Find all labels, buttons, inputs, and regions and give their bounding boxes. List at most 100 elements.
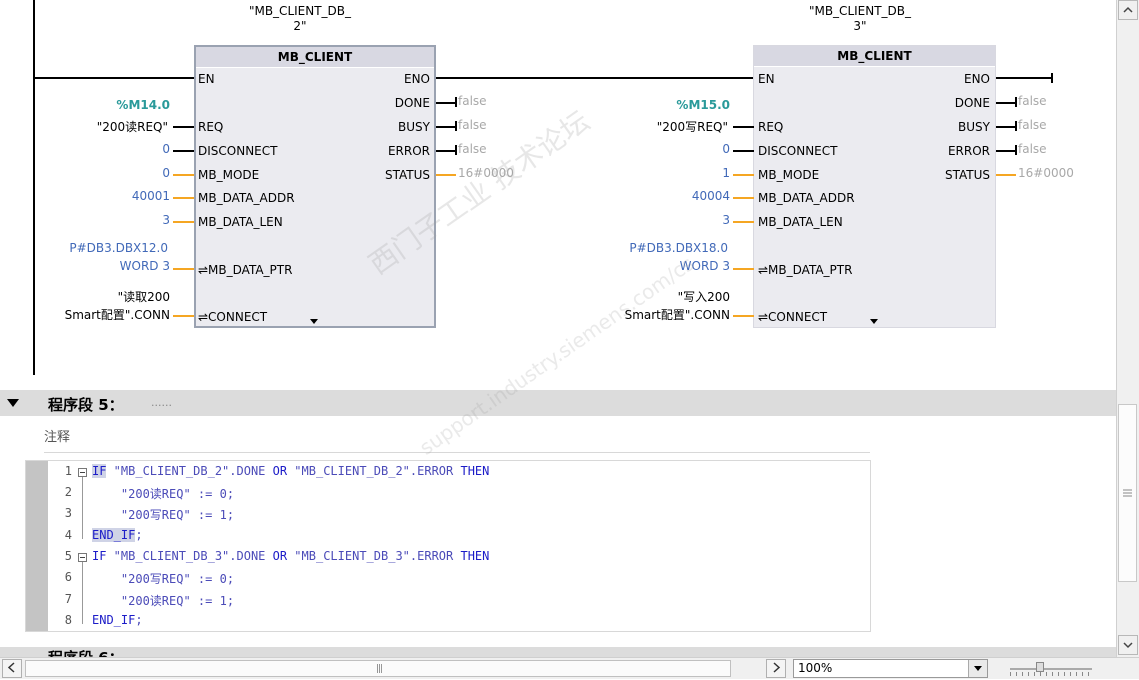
pin-disconnect: DISCONNECT (198, 144, 278, 158)
mb-data-ptr-value[interactable]: P#DB3.DBX12.0 (50, 241, 168, 255)
mb-data-addr-value[interactable]: 40004 (670, 189, 730, 203)
expand-block-icon[interactable] (870, 319, 878, 324)
pin-mb-data-ptr: ⇌MB_DATA_PTR (198, 263, 293, 277)
mb-data-addr-value[interactable]: 40001 (110, 189, 170, 203)
eno-wire (996, 77, 1052, 79)
mb-data-len-wire (173, 221, 194, 223)
mb-mode-value[interactable]: 0 (140, 166, 170, 180)
mb-data-ptr-value[interactable]: P#DB3.DBX18.0 (610, 241, 728, 255)
mb-data-addr-wire (173, 197, 194, 199)
eno-wire (436, 77, 754, 79)
connect-wire (733, 315, 754, 317)
disconnect-wire (173, 150, 194, 152)
pin-en: EN (758, 72, 775, 86)
instance-db-label[interactable]: "MB_CLIENT_DB_ 2" (240, 4, 360, 34)
mb-data-ptr-wire (173, 268, 194, 270)
pin-connect: ⇌CONNECT (198, 310, 268, 324)
connect-value-line2[interactable]: Smart配置".CONN (30, 306, 170, 323)
done-value: false (1018, 94, 1047, 108)
code-line[interactable]: END_IF; (92, 613, 143, 627)
mb-mode-value[interactable]: 1 (700, 166, 730, 180)
zoom-select[interactable]: 100% (793, 659, 988, 678)
code-line[interactable]: "200写REQ" := 1; (92, 506, 234, 523)
req-wire (733, 126, 754, 128)
pin-error: ERROR (947, 144, 990, 158)
pin-req: REQ (758, 120, 784, 134)
segment-title-placeholder[interactable]: ...... (151, 396, 172, 409)
pin-en: EN (198, 72, 215, 86)
expand-block-icon[interactable] (310, 319, 318, 324)
busy-wire (436, 126, 456, 128)
lad-network-canvas: "MB_CLIENT_DB_ 2" MB_CLIENT EN REQ DISCO… (0, 0, 1116, 390)
grip-icon: ||| (376, 664, 383, 674)
disconnect-wire (733, 150, 754, 152)
code-line[interactable]: IF "MB_CLIENT_DB_3".DONE OR "MB_CLIENT_D… (92, 549, 489, 563)
pin-mb-data-len: MB_DATA_LEN (758, 215, 843, 229)
line-number: 8 (64, 613, 72, 627)
error-wire (436, 150, 456, 152)
status-value: 16#0000 (1018, 166, 1074, 180)
req-tag-name[interactable]: "200读REQ" (60, 118, 168, 135)
mb-client-block[interactable]: MB_CLIENT (753, 45, 996, 328)
req-tag-address[interactable]: %M14.0 (80, 98, 170, 112)
pin-disconnect: DISCONNECT (758, 144, 838, 158)
block-title: MB_CLIENT (754, 46, 995, 66)
segment-comment[interactable]: 注释 (44, 426, 70, 445)
mb-data-ptr-wire (733, 268, 754, 270)
req-tag-name[interactable]: "200写REQ" (620, 118, 728, 135)
error-wire (996, 150, 1016, 152)
en-wire (35, 77, 195, 79)
line-number: 7 (64, 592, 72, 606)
zoom-slider[interactable] (1008, 662, 1096, 676)
mb-data-len-value[interactable]: 3 (140, 213, 170, 227)
chevron-down-icon (1123, 642, 1133, 649)
instance-db-label[interactable]: "MB_CLIENT_DB_ 3" (800, 4, 920, 34)
code-line[interactable]: IF "MB_CLIENT_DB_2".DONE OR "MB_CLIENT_D… (92, 464, 489, 478)
pin-busy: BUSY (398, 120, 430, 134)
connect-wire (173, 315, 194, 317)
fold-icon[interactable] (78, 553, 87, 562)
zoom-slider-knob[interactable] (1036, 662, 1044, 672)
chevron-up-icon (1123, 6, 1133, 13)
done-wire (436, 102, 456, 104)
connect-value-line1[interactable]: "写入200 (620, 288, 730, 305)
segment-title: 程序段 5： (48, 396, 124, 414)
scl-code-editor[interactable]: 1 IF "MB_CLIENT_DB_2".DONE OR "MB_CLIENT… (25, 460, 871, 632)
disconnect-value[interactable]: 0 (700, 142, 730, 156)
mb-client-block[interactable]: MB_CLIENT (194, 45, 436, 328)
mb-data-addr-wire (733, 197, 754, 199)
horizontal-scroll-thumb[interactable]: ||| (25, 660, 731, 677)
mb-data-ptr-type[interactable]: WORD 3 (80, 259, 170, 273)
code-line[interactable]: "200读REQ" := 1; (92, 592, 234, 609)
grip-icon (1123, 489, 1132, 497)
connect-value-line2[interactable]: Smart配置".CONN (590, 306, 730, 323)
connect-value-line1[interactable]: "读取200 (60, 288, 170, 305)
scroll-down-button[interactable] (1118, 635, 1138, 655)
pin-status: STATUS (944, 168, 990, 182)
mb-data-ptr-type[interactable]: WORD 3 (640, 259, 730, 273)
line-number: 4 (64, 528, 72, 542)
vertical-scroll-thumb[interactable] (1118, 404, 1137, 582)
scroll-up-button[interactable] (1118, 0, 1138, 20)
segment-5-header[interactable]: 程序段 5： ...... (0, 390, 1116, 416)
fold-icon[interactable] (78, 468, 87, 477)
pin-busy: BUSY (958, 120, 990, 134)
scroll-left-button[interactable] (2, 659, 22, 678)
code-line[interactable]: "200写REQ" := 0; (92, 570, 234, 587)
collapse-triangle-icon[interactable] (7, 399, 19, 407)
scroll-right-button[interactable] (766, 659, 786, 678)
pin-mb-data-addr: MB_DATA_ADDR (758, 191, 855, 205)
chevron-down-icon[interactable] (968, 660, 987, 677)
req-tag-address[interactable]: %M15.0 (640, 98, 730, 112)
busy-value: false (458, 118, 487, 132)
pin-done: DONE (954, 96, 990, 110)
status-value: 16#0000 (458, 166, 514, 180)
error-value: false (1018, 142, 1047, 156)
busy-value: false (1018, 118, 1047, 132)
line-number: 6 (64, 570, 72, 584)
disconnect-value[interactable]: 0 (140, 142, 170, 156)
pin-done: DONE (394, 96, 430, 110)
code-line[interactable]: END_IF; (92, 528, 143, 542)
code-line[interactable]: "200读REQ" := 0; (92, 485, 234, 502)
mb-data-len-value[interactable]: 3 (700, 213, 730, 227)
